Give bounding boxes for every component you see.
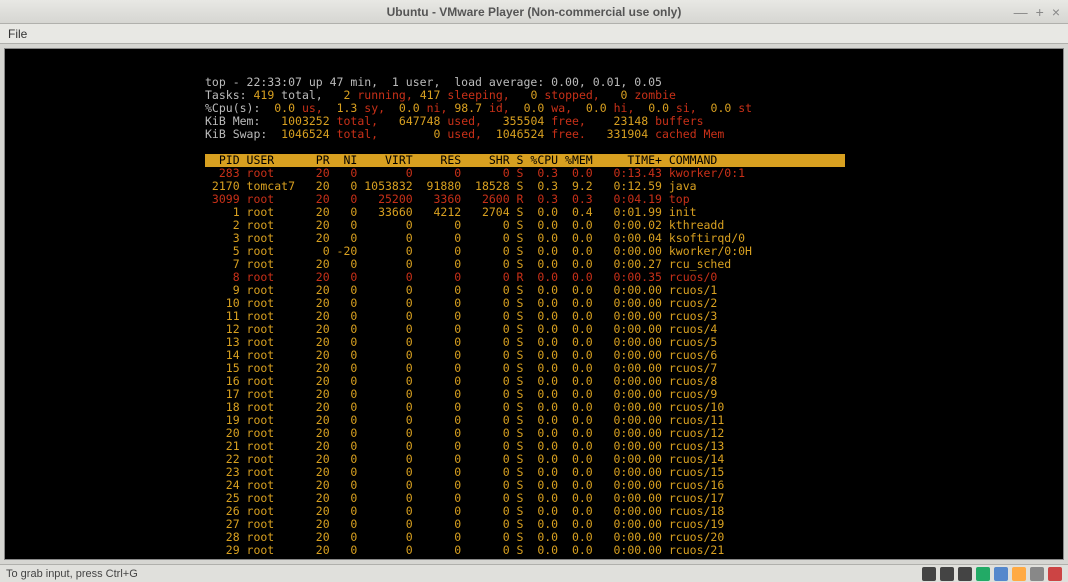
uptime-line: top - 22:33:07 up 47 min, 1 user, load a…	[205, 75, 662, 89]
process-row: 22 root 20 0 0 0 0 S 0.0 0.0 0:00.00 rcu…	[205, 452, 724, 466]
process-row: 283 root 20 0 0 0 0 S 0.3 0.0 0:13.43 kw…	[205, 166, 745, 180]
process-row: 15 root 20 0 0 0 0 S 0.0 0.0 0:00.00 rcu…	[205, 361, 717, 375]
network-icon[interactable]	[976, 567, 990, 581]
terminal-output[interactable]: top - 22:33:07 up 47 min, 1 user, load a…	[4, 48, 1064, 560]
maximize-icon[interactable]: +	[1036, 4, 1044, 20]
window-title: Ubuntu - VMware Player (Non-commercial u…	[387, 5, 682, 19]
process-row: 3099 root 20 0 25200 3360 2600 R 0.3 0.3…	[205, 192, 690, 206]
drive-icon[interactable]	[922, 567, 936, 581]
process-row: 1 root 20 0 33660 4212 2704 S 0.0 0.4 0:…	[205, 205, 697, 219]
process-row: 2170 tomcat7 20 0 1053832 91880 18528 S …	[205, 179, 697, 193]
process-list: 283 root 20 0 0 0 0 S 0.3 0.0 0:13.43 kw…	[205, 166, 752, 557]
process-row: 20 root 20 0 0 0 0 S 0.0 0.0 0:00.00 rcu…	[205, 426, 724, 440]
process-row: 25 root 20 0 0 0 0 S 0.0 0.0 0:00.00 rcu…	[205, 491, 724, 505]
window-titlebar: Ubuntu - VMware Player (Non-commercial u…	[0, 0, 1068, 24]
process-row: 21 root 20 0 0 0 0 S 0.0 0.0 0:00.00 rcu…	[205, 439, 724, 453]
status-bar: To grab input, press Ctrl+G	[0, 564, 1068, 582]
process-row: 8 root 20 0 0 0 0 R 0.0 0.0 0:00.35 rcuo…	[205, 270, 717, 284]
close-icon[interactable]: ×	[1052, 4, 1060, 20]
process-row: 27 root 20 0 0 0 0 S 0.0 0.0 0:00.00 rcu…	[205, 517, 724, 531]
process-row: 24 root 20 0 0 0 0 S 0.0 0.0 0:00.00 rcu…	[205, 478, 724, 492]
process-row: 29 root 20 0 0 0 0 S 0.0 0.0 0:00.00 rcu…	[205, 543, 724, 557]
process-row: 3 root 20 0 0 0 0 S 0.0 0.0 0:00.04 ksof…	[205, 231, 745, 245]
process-row: 5 root 0 -20 0 0 0 S 0.0 0.0 0:00.00 kwo…	[205, 244, 752, 258]
menu-bar: File	[0, 24, 1068, 44]
message-icon[interactable]	[1048, 567, 1062, 581]
usb-icon[interactable]	[994, 567, 1008, 581]
minimize-icon[interactable]: —	[1014, 4, 1028, 20]
process-row: 18 root 20 0 0 0 0 S 0.0 0.0 0:00.00 rcu…	[205, 400, 724, 414]
system-tray	[922, 567, 1062, 581]
process-row: 11 root 20 0 0 0 0 S 0.0 0.0 0:00.00 rcu…	[205, 309, 717, 323]
process-row: 28 root 20 0 0 0 0 S 0.0 0.0 0:00.00 rcu…	[205, 530, 724, 544]
process-row: 17 root 20 0 0 0 0 S 0.0 0.0 0:00.00 rcu…	[205, 387, 717, 401]
cdrom-icon[interactable]	[940, 567, 954, 581]
process-row: 12 root 20 0 0 0 0 S 0.0 0.0 0:00.00 rcu…	[205, 322, 717, 336]
printer-icon[interactable]	[1030, 567, 1044, 581]
process-row: 26 root 20 0 0 0 0 S 0.0 0.0 0:00.00 rcu…	[205, 504, 724, 518]
floppy-icon[interactable]	[958, 567, 972, 581]
process-row: 10 root 20 0 0 0 0 S 0.0 0.0 0:00.00 rcu…	[205, 296, 717, 310]
process-row: 14 root 20 0 0 0 0 S 0.0 0.0 0:00.00 rcu…	[205, 348, 717, 362]
process-row: 9 root 20 0 0 0 0 S 0.0 0.0 0:00.00 rcuo…	[205, 283, 717, 297]
status-text: To grab input, press Ctrl+G	[6, 568, 138, 580]
process-row: 13 root 20 0 0 0 0 S 0.0 0.0 0:00.00 rcu…	[205, 335, 717, 349]
process-row: 23 root 20 0 0 0 0 S 0.0 0.0 0:00.00 rcu…	[205, 465, 724, 479]
process-row: 7 root 20 0 0 0 0 S 0.0 0.0 0:00.27 rcu_…	[205, 257, 731, 271]
process-row: 2 root 20 0 0 0 0 S 0.0 0.0 0:00.02 kthr…	[205, 218, 724, 232]
process-row: 16 root 20 0 0 0 0 S 0.0 0.0 0:00.00 rcu…	[205, 374, 717, 388]
sound-icon[interactable]	[1012, 567, 1026, 581]
process-row: 19 root 20 0 0 0 0 S 0.0 0.0 0:00.00 rcu…	[205, 413, 724, 427]
menu-file[interactable]: File	[8, 27, 27, 41]
